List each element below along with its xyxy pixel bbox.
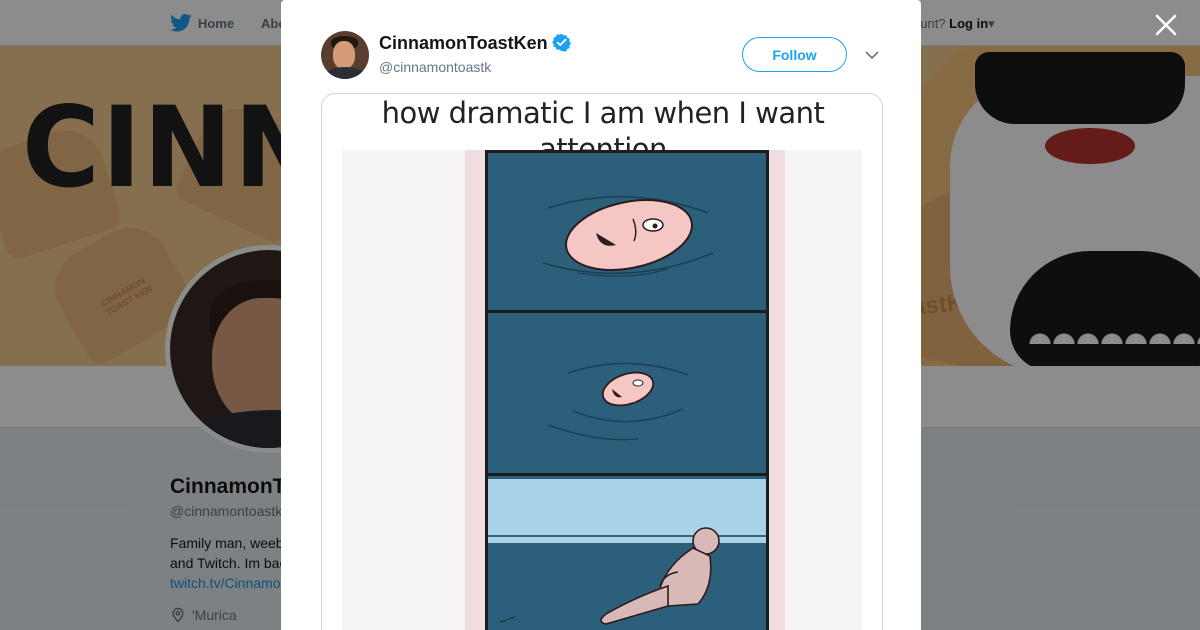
comic-panel-person-sitting: ~~ — [488, 527, 766, 629]
author-name[interactable]: CinnamonToastKen — [379, 33, 548, 54]
verified-badge-icon — [552, 33, 571, 52]
avatar-face — [333, 41, 355, 69]
comic-paper-edge — [465, 150, 485, 630]
comic-strip: ~~ — [485, 150, 769, 630]
close-icon[interactable] — [1152, 11, 1180, 39]
avatar-shirt — [325, 67, 365, 79]
comic-panel-face-floating — [542, 195, 714, 277]
author-handle[interactable]: @cinnamontoastk — [379, 59, 491, 75]
tweet-modal: CinnamonToastKen @cinnamontoastk Follow … — [281, 0, 921, 630]
comic-paper-edge — [767, 150, 785, 630]
meme-caption: how dramatic I am when I want attention — [381, 96, 825, 166]
tweet-media-image[interactable]: how dramatic I am when I want attention — [321, 93, 883, 630]
author-avatar[interactable] — [321, 31, 369, 79]
svg-text:~~: ~~ — [497, 610, 519, 629]
comic-panel-face-sinking — [547, 362, 689, 441]
follow-button[interactable]: Follow — [742, 37, 847, 72]
chevron-down-icon[interactable] — [863, 46, 881, 64]
